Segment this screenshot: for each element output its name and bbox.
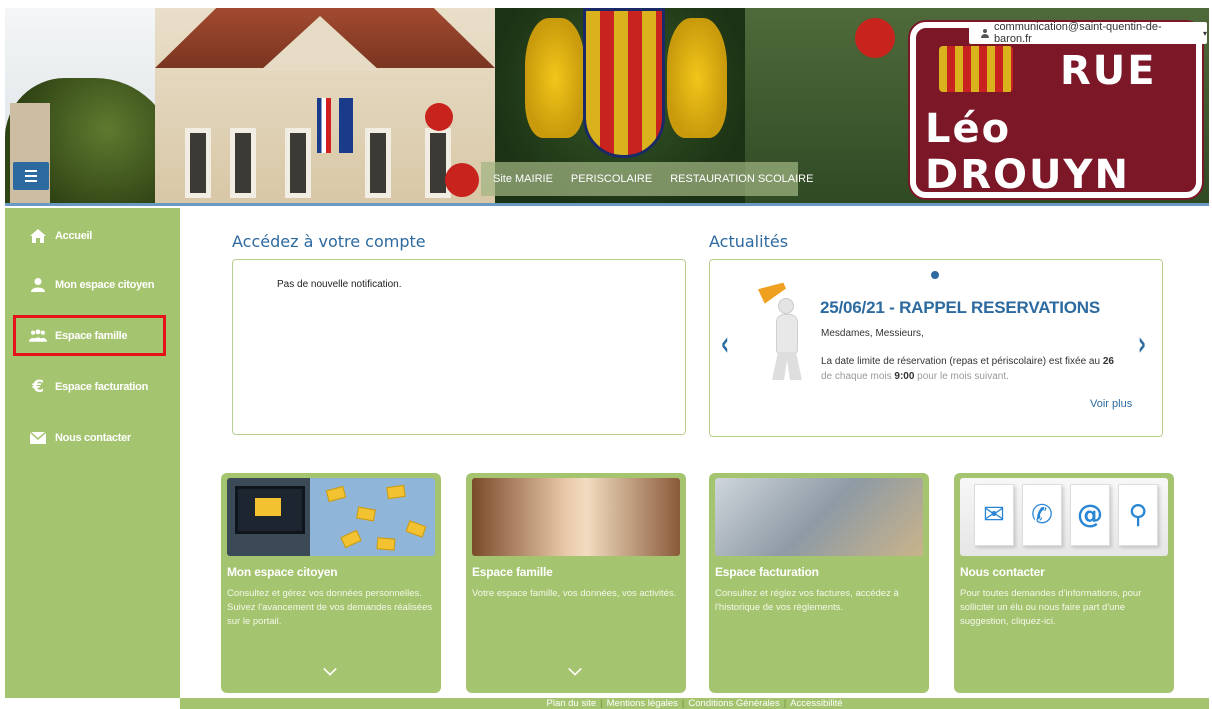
- red-bow: [445, 163, 479, 197]
- nav-periscolaire[interactable]: PERISCOLAIRE: [571, 173, 652, 185]
- footer-separator: |: [783, 698, 787, 709]
- card-title: Espace famille: [472, 565, 553, 579]
- envelope-image: [255, 498, 281, 516]
- chevron-down-icon[interactable]: [323, 662, 337, 676]
- envelope-image: [386, 484, 406, 500]
- carousel-indicator[interactable]: [931, 271, 939, 279]
- chevron-down-icon[interactable]: [568, 662, 582, 676]
- menu-bar-icon: [25, 170, 37, 172]
- news-body-bold: 9:00: [894, 371, 915, 382]
- card-title: Nous contacter: [960, 565, 1045, 579]
- notification-text: Pas de nouvelle notification.: [277, 279, 402, 290]
- envelope-icon: ✉: [974, 484, 1014, 546]
- sidebar-item-label: Mon espace citoyen: [55, 279, 155, 291]
- eu-flag: [339, 98, 353, 153]
- crest-lion-left: [525, 18, 585, 138]
- menu-bar-icon: [25, 175, 37, 177]
- banner-window: [365, 128, 391, 198]
- card-image: [227, 478, 435, 556]
- menu-bar-icon: [25, 180, 37, 182]
- euro-icon: €: [32, 377, 44, 397]
- home-icon: [29, 227, 47, 245]
- footer-link-accessibilite[interactable]: Accessibilité: [790, 698, 842, 709]
- highlight-box: [13, 315, 166, 356]
- sidebar-item-label: Espace facturation: [55, 381, 149, 393]
- news-greeting: Mesdames, Messieurs,: [821, 328, 924, 339]
- figure-head: [778, 298, 794, 314]
- footer-separator: |: [681, 698, 685, 709]
- news-headline[interactable]: 25/06/21 - RAPPEL RESERVATIONS: [820, 298, 1100, 318]
- card-description: Consultez et réglez vos factures, accéde…: [715, 588, 899, 613]
- envelope-image: [356, 506, 376, 522]
- user-email: communication@saint-quentin-de-baron.fr: [993, 21, 1162, 45]
- street-sign-line1: RUE: [1060, 48, 1157, 94]
- nav-site-mairie[interactable]: Site MAIRIE: [493, 173, 553, 185]
- card-description: Pour toutes demandes d'informations, pou…: [960, 588, 1142, 627]
- carousel-next-icon[interactable]: ›: [1138, 324, 1146, 364]
- sidebar: Accueil Mon espace citoyen Espace famill…: [5, 208, 180, 698]
- envelope-image: [340, 529, 362, 549]
- caret-down-icon: ▾: [1202, 28, 1207, 38]
- at-sign-icon: @: [1070, 484, 1110, 546]
- card-image: [472, 478, 680, 556]
- envelope-icon: [29, 429, 47, 447]
- user-icon: [981, 28, 989, 38]
- sidebar-item-label: Nous contacter: [55, 432, 131, 444]
- card-image: [715, 478, 923, 556]
- banner-window: [285, 128, 311, 198]
- card-description: Consultez et gérez vos données personnel…: [227, 588, 433, 627]
- red-bow: [855, 18, 895, 58]
- phone-icon: ✆: [1022, 484, 1062, 546]
- card-famille[interactable]: Espace famille Votre espace famille, vos…: [466, 473, 686, 693]
- footer: Plan du site | Mentions légales | Condit…: [180, 698, 1209, 709]
- voir-plus-link[interactable]: Voir plus: [1090, 398, 1132, 410]
- news-body-text: La date limite de réservation (repas et …: [821, 356, 1103, 367]
- envelope-image: [376, 537, 396, 551]
- news-body-line1: La date limite de réservation (repas et …: [821, 356, 1114, 367]
- figure-body: [776, 314, 798, 354]
- banner-window: [230, 128, 256, 198]
- map-pin-icon: ⚲: [1118, 484, 1158, 546]
- crest-lion-right: [667, 18, 727, 138]
- news-body-bold: 26: [1102, 356, 1114, 367]
- card-contact[interactable]: ✉ ✆ @ ⚲ Nous contacter Pour toutes deman…: [954, 473, 1174, 693]
- nav-restauration-scolaire[interactable]: RESTAURATION SCOLAIRE: [670, 173, 813, 185]
- card-citoyen[interactable]: Mon espace citoyen Consultez et gérez vo…: [221, 473, 441, 693]
- sidebar-item-facturation[interactable]: € Espace facturation: [5, 373, 180, 401]
- banner-divider: [5, 203, 1209, 206]
- footer-link-plan[interactable]: Plan du site: [547, 698, 597, 709]
- card-title: Espace facturation: [715, 565, 819, 579]
- footer-link-mentions[interactable]: Mentions légales: [607, 698, 678, 709]
- account-title: Accédez à votre compte: [232, 232, 426, 251]
- footer-link-conditions[interactable]: Conditions Générales: [688, 698, 779, 709]
- french-flag: [317, 98, 331, 153]
- carousel-prev-icon[interactable]: ‹: [721, 324, 729, 364]
- footer-separator: |: [600, 698, 603, 709]
- envelope-image: [405, 520, 427, 538]
- hamburger-menu-button[interactable]: [13, 162, 49, 190]
- banner-window: [185, 128, 211, 198]
- card-facturation[interactable]: Espace facturation Consultez et réglez v…: [709, 473, 929, 693]
- card-description: Votre espace famille, vos données, vos a…: [472, 588, 677, 599]
- envelope-image: [325, 485, 347, 503]
- user-icon: [29, 276, 47, 294]
- sidebar-item-accueil[interactable]: Accueil: [5, 222, 180, 250]
- news-body-line2: de chaque mois 9:00 pour le mois suivant…: [821, 371, 1009, 382]
- red-bow: [425, 103, 453, 131]
- card-title: Mon espace citoyen: [227, 565, 338, 579]
- coat-of-arms: [583, 8, 665, 158]
- user-menu-dropdown[interactable]: communication@saint-quentin-de-baron.fr …: [969, 21, 1207, 45]
- top-nav: Site MAIRIE PERISCOLAIRE RESTAURATION SC…: [481, 162, 813, 196]
- street-sign-crest: [939, 46, 1013, 92]
- street-sign-line2: Léo DROUYN: [925, 106, 1130, 198]
- card-image: ✉ ✆ @ ⚲: [960, 478, 1168, 556]
- news-body-text: de chaque mois: [821, 371, 895, 382]
- news-title: Actualités: [709, 232, 789, 251]
- sidebar-item-label: Accueil: [55, 230, 93, 242]
- news-body-text: pour le mois suivant.: [914, 371, 1009, 382]
- sidebar-item-citoyen[interactable]: Mon espace citoyen: [5, 271, 180, 299]
- sidebar-item-contact[interactable]: Nous contacter: [5, 424, 180, 452]
